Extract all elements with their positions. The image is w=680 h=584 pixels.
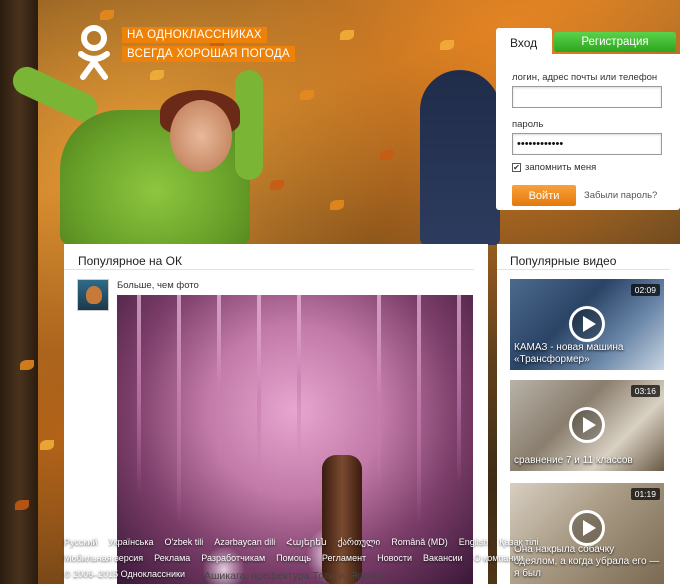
remember-checkbox[interactable]: ✔: [512, 163, 521, 172]
login-input[interactable]: [512, 86, 662, 108]
popular-panel: Популярное на ОК Больше, чем фото Ашикаг…: [64, 244, 488, 584]
footer-link[interactable]: Помощь: [276, 553, 311, 566]
footer-links: Мобильная версия Реклама Разработчикам П…: [64, 553, 523, 566]
language-link[interactable]: Қазақ тілі: [499, 537, 538, 550]
language-link[interactable]: ქართული: [338, 537, 381, 550]
language-link[interactable]: O'zbek tili: [164, 537, 203, 550]
login-button[interactable]: Войти: [512, 185, 576, 206]
leaf: [270, 180, 284, 190]
child-figure: [420, 70, 500, 245]
footer-link[interactable]: Вакансии: [423, 553, 463, 566]
leaf: [330, 200, 344, 210]
video-card[interactable]: 02:09 КАМАЗ - новая машина «Трансформер»: [510, 279, 664, 370]
video-card[interactable]: 01:19 Она накрыла собачку одеялом, а ког…: [510, 483, 664, 584]
login-label: логин, адрес почты или телефон: [512, 72, 658, 83]
leaf: [150, 70, 164, 80]
login-tabs: Вход Регистрация: [496, 28, 680, 56]
leaf: [340, 30, 354, 40]
login-body: логин, адрес почты или телефон пароль ✔ …: [496, 54, 680, 210]
video-title[interactable]: сравнение 7 и 11 классов: [514, 455, 660, 467]
video-duration: 02:09: [630, 284, 660, 296]
tab-login[interactable]: Вход: [496, 28, 552, 56]
avatar[interactable]: [77, 279, 109, 311]
slogan-line-1: НА ОДНОКЛАССНИКАХ: [122, 27, 267, 43]
slogan: НА ОДНОКЛАССНИКАХ ВСЕГДА ХОРОШАЯ ПОГОДА: [122, 27, 295, 65]
language-link[interactable]: English: [459, 537, 489, 550]
leaf: [40, 440, 54, 450]
video-card[interactable]: 03:16 сравнение 7 и 11 классов: [510, 380, 664, 471]
raised-arm-right: [235, 70, 263, 180]
play-icon[interactable]: [569, 306, 605, 342]
wisteria-strand: [377, 295, 381, 495]
dog-avatar-icon: [86, 286, 102, 304]
wisteria-strand: [457, 295, 461, 485]
popular-title: Популярное на ОК: [64, 244, 474, 270]
wisteria-strand: [177, 295, 181, 525]
leaf: [20, 360, 34, 370]
videos-title: Популярные видео: [497, 244, 670, 270]
video-title[interactable]: КАМАЗ - новая машина «Трансформер»: [514, 342, 660, 366]
remember-me[interactable]: ✔ запомнить меня: [512, 162, 664, 173]
login-form: Вход Регистрация логин, адрес почты или …: [496, 28, 680, 210]
remember-label: запомнить меня: [525, 162, 597, 173]
password-label: пароль: [512, 119, 544, 130]
video-duration: 01:19: [630, 488, 660, 500]
copyright: © 2006–2015 Одноклассники: [64, 569, 185, 579]
footer-link[interactable]: Новости: [377, 553, 412, 566]
footer: Русский Українська O'zbek tili Azərbayca…: [64, 537, 538, 579]
post-author[interactable]: Больше, чем фото: [117, 280, 199, 291]
leaf: [300, 90, 314, 100]
wisteria-strand: [137, 295, 141, 495]
wisteria-strand: [257, 295, 261, 505]
footer-link[interactable]: Разработчикам: [201, 553, 265, 566]
forgot-password-link[interactable]: Забыли пароль?: [584, 190, 657, 201]
footer-link[interactable]: Реклама: [154, 553, 190, 566]
leaf: [100, 10, 114, 20]
login-actions: Войти Забыли пароль?: [512, 185, 664, 206]
password-input[interactable]: [512, 133, 662, 155]
footer-link[interactable]: Мобильная версия: [64, 553, 143, 566]
language-list: Русский Українська O'zbek tili Azərbayca…: [64, 537, 538, 550]
footer-link[interactable]: О компании: [474, 553, 524, 566]
language-link[interactable]: Հայերեն: [286, 537, 326, 550]
leaf: [15, 500, 29, 510]
wisteria-strand: [217, 295, 221, 475]
slogan-line-2: ВСЕГДА ХОРОШАЯ ПОГОДА: [122, 46, 295, 62]
language-link[interactable]: Azərbaycan dili: [214, 537, 275, 550]
play-icon[interactable]: [569, 407, 605, 443]
ok-logo-icon[interactable]: [76, 24, 112, 82]
wisteria-strand: [417, 295, 421, 525]
person-face: [170, 100, 232, 172]
language-link[interactable]: Українська: [108, 537, 153, 550]
leaf: [380, 150, 394, 160]
video-duration: 03:16: [630, 385, 660, 397]
popular-videos-panel: Популярные видео 02:09 КАМАЗ - новая маш…: [497, 244, 680, 584]
language-link[interactable]: Русский: [64, 537, 97, 550]
tab-register[interactable]: Регистрация: [554, 32, 676, 52]
wisteria-strand: [297, 295, 301, 465]
language-link[interactable]: Română (MD): [391, 537, 448, 550]
leaf: [440, 40, 454, 50]
footer-link[interactable]: Регламент: [322, 553, 366, 566]
play-icon[interactable]: [569, 510, 605, 546]
